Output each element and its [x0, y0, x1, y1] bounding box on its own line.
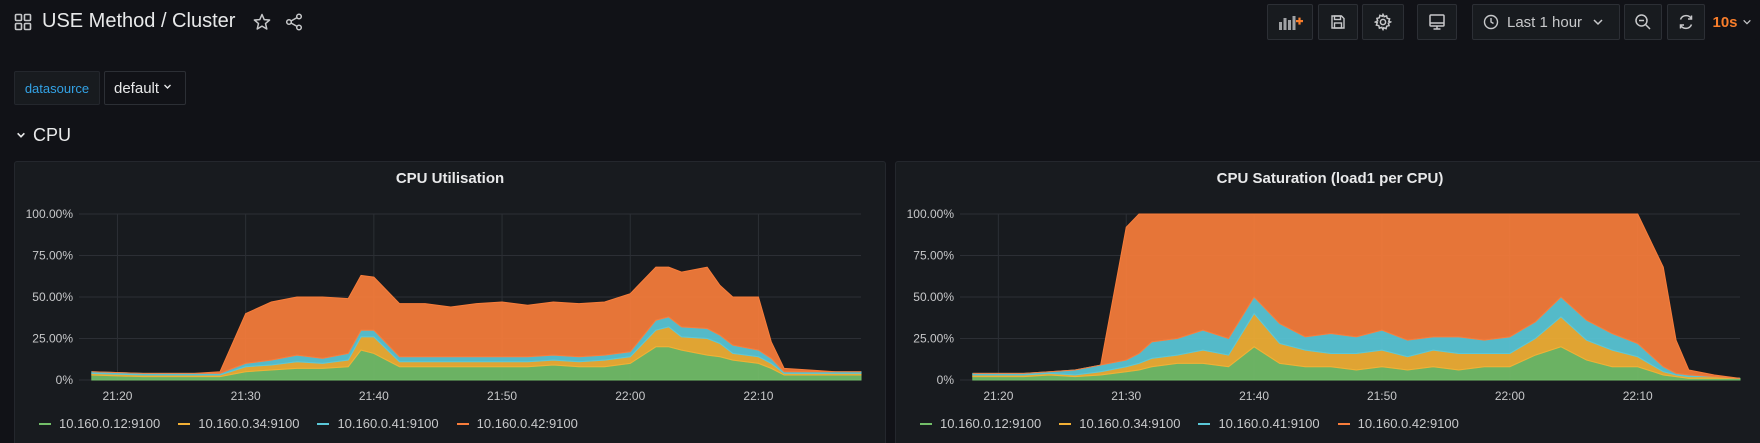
refresh-icon — [1677, 13, 1695, 31]
legend-item[interactable]: 10.160.0.41:9100 — [1198, 416, 1320, 431]
legend-label: 10.160.0.42:9100 — [476, 416, 578, 431]
x-tick-label: 21:20 — [102, 389, 132, 403]
chevron-down-icon — [1742, 17, 1752, 27]
tv-mode-button[interactable] — [1417, 4, 1457, 40]
x-tick-label: 21:20 — [983, 389, 1013, 403]
apps-grid-icon[interactable] — [14, 13, 32, 31]
dashboard-settings-button[interactable] — [1362, 4, 1404, 40]
legend-item[interactable]: 10.160.0.41:9100 — [317, 416, 439, 431]
legend-label: 10.160.0.34:9100 — [1079, 416, 1181, 431]
refresh-button[interactable] — [1667, 4, 1705, 40]
legend-label: 10.160.0.12:9100 — [59, 416, 161, 431]
legend-swatch — [317, 422, 330, 425]
top-navbar: USE Method / Cluster Last 1 hour 10s — [0, 0, 1760, 46]
y-tick-label: 75.00% — [32, 249, 73, 263]
graph-legend: 10.160.0.12:9100 10.160.0.34:9100 10.160.0… — [39, 416, 596, 431]
panel-cpu-utilisation[interactable]: CPU Utilisation 0% 25.00% 50.00% 75.00% 100.… — [14, 161, 886, 443]
legend-label: 10.160.0.34:9100 — [198, 416, 300, 431]
legend-swatch — [39, 422, 51, 425]
x-tick-label: 22:10 — [1623, 389, 1653, 403]
refresh-interval-picker[interactable]: 10s — [1707, 4, 1757, 40]
chevron-down-icon — [1592, 16, 1604, 28]
legend-swatch — [1198, 422, 1211, 425]
x-tick-label: 21:40 — [359, 389, 389, 403]
cpu-saturation-graph[interactable]: 0% 25.00% 50.00% 75.00% 100.00% 21:20 21:30 21:… — [896, 192, 1760, 412]
cpu-utilisation-graph[interactable]: 0% 25.00% 50.00% 75.00% 100.00% 21:20 21:30 21:… — [15, 192, 887, 412]
legend-item[interactable]: 10.160.0.34:9100 — [1059, 416, 1180, 431]
chevron-down-icon — [163, 82, 172, 94]
x-tick-label: 21:30 — [231, 389, 261, 403]
x-tick-label: 21:40 — [1239, 389, 1269, 403]
datasource-select-value: default — [114, 79, 160, 97]
graph-legend: 10.160.0.12:9100 10.160.0.34:9100 10.160.0… — [920, 416, 1477, 431]
y-tick-label: 50.00% — [32, 290, 73, 304]
legend-label: 10.160.0.12:9100 — [940, 416, 1042, 431]
refresh-interval-value: 10s — [1712, 13, 1738, 31]
legend-swatch — [456, 422, 469, 425]
y-tick-label: 100.00% — [907, 207, 955, 221]
x-tick-label: 22:10 — [743, 389, 773, 403]
legend-swatch — [920, 422, 932, 425]
y-tick-label: 50.00% — [913, 290, 954, 304]
zoom-out-icon — [1634, 13, 1652, 31]
legend-swatch — [178, 422, 191, 425]
dashboard-title[interactable]: USE Method / Cluster — [42, 10, 235, 33]
x-tick-label: 22:00 — [615, 389, 645, 403]
save-icon — [1330, 14, 1346, 30]
y-tick-label: 75.00% — [913, 249, 954, 263]
legend-label: 10.160.0.41:9100 — [1218, 416, 1320, 431]
y-tick-label: 100.00% — [26, 207, 74, 221]
y-tick-label: 0% — [937, 373, 955, 387]
time-range-label: Last 1 hour — [1507, 13, 1583, 31]
add-panel-icon — [1277, 13, 1303, 31]
y-tick-label: 25.00% — [32, 332, 73, 346]
y-tick-label: 25.00% — [913, 332, 954, 346]
add-panel-button[interactable] — [1267, 4, 1313, 40]
legend-swatch — [1059, 422, 1072, 425]
legend-item[interactable]: 10.160.0.34:9100 — [178, 416, 299, 431]
panel-cpu-saturation[interactable]: CPU Saturation (load1 per CPU) 0% 25.00% 5… — [895, 161, 1760, 443]
row-header-cpu[interactable]: CPU — [16, 125, 71, 146]
zoom-out-button[interactable] — [1624, 4, 1662, 40]
x-tick-label: 22:00 — [1495, 389, 1525, 403]
y-tick-label: 0% — [56, 373, 74, 387]
x-tick-label: 21:50 — [487, 389, 517, 403]
legend-item[interactable]: 10.160.0.42:9100 — [456, 416, 578, 431]
datasource-select[interactable]: default — [104, 71, 186, 105]
legend-label: 10.160.0.41:9100 — [337, 416, 439, 431]
legend-label: 10.160.0.42:9100 — [1357, 416, 1459, 431]
x-tick-label: 21:30 — [1111, 389, 1141, 403]
share-icon[interactable] — [285, 12, 303, 31]
variable-label-datasource: datasource — [14, 71, 100, 105]
save-dashboard-button[interactable] — [1318, 4, 1358, 40]
legend-item[interactable]: 10.160.0.42:9100 — [1337, 416, 1459, 431]
gear-icon — [1374, 13, 1392, 31]
chevron-down-icon — [16, 129, 26, 143]
legend-item[interactable]: 10.160.0.12:9100 — [39, 416, 160, 431]
panel-title[interactable]: CPU Utilisation — [15, 170, 885, 187]
x-tick-label: 21:50 — [1367, 389, 1397, 403]
legend-item[interactable]: 10.160.0.12:9100 — [920, 416, 1041, 431]
tv-mode-icon — [1428, 13, 1446, 31]
dashboard-title-bar: USE Method / Cluster — [14, 10, 303, 33]
row-title: CPU — [33, 125, 72, 145]
panel-title[interactable]: CPU Saturation (load1 per CPU) — [896, 170, 1760, 187]
legend-swatch — [1337, 422, 1350, 425]
time-range-picker[interactable]: Last 1 hour — [1472, 4, 1620, 40]
star-icon[interactable] — [253, 13, 271, 31]
clock-icon — [1483, 14, 1499, 30]
